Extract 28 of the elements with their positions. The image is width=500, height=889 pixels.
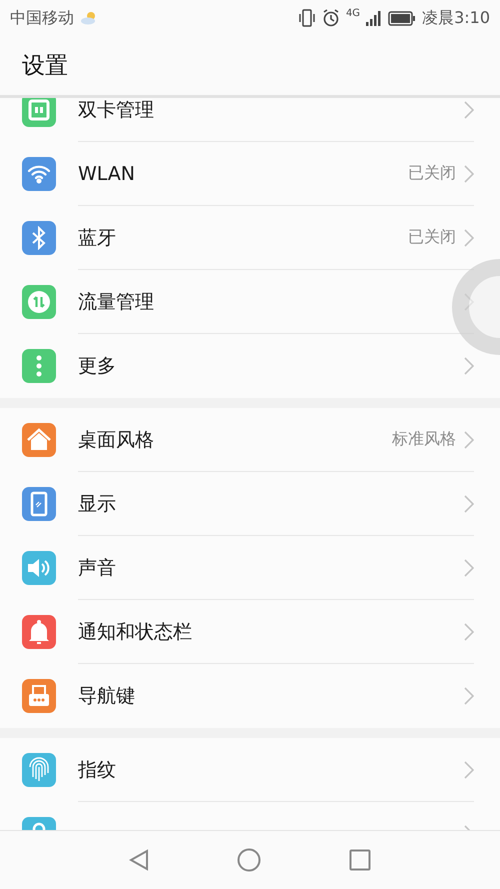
setting-label: WLAN <box>78 162 136 184</box>
setting-label: 双卡管理 <box>78 98 155 122</box>
settings-row[interactable]: 显示 <box>0 472 500 536</box>
setting-value: 已关闭 <box>408 227 456 248</box>
page-title: 设置 <box>22 52 68 81</box>
setting-label: 桌面风格 <box>78 428 155 452</box>
settings-row[interactable]: 双卡管理 <box>0 98 500 142</box>
settings-row[interactable]: 导航键 <box>0 664 500 728</box>
settings-row[interactable]: 蓝牙 已关闭 <box>0 206 500 270</box>
setting-value: 标准风格 <box>392 429 456 450</box>
setting-label: 蓝牙 <box>78 226 117 250</box>
setting-label: 指纹 <box>78 758 117 782</box>
setting-label: 显示 <box>78 492 117 516</box>
settings-row[interactable]: 更多 <box>0 334 500 398</box>
settings-row[interactable]: 桌面风格 标准风格 <box>0 408 500 472</box>
settings-row[interactable]: WLAN 已关闭 <box>0 142 500 206</box>
clock-time: 凌晨3:10 <box>422 8 490 28</box>
setting-label: 通知和状态栏 <box>78 620 193 644</box>
network-type: 4G <box>346 8 360 19</box>
settings-row[interactable]: 指纹 <box>0 738 500 802</box>
setting-label: 流量管理 <box>78 290 155 314</box>
setting-label: 声音 <box>78 556 117 580</box>
carrier-name: 中国移动 <box>10 8 74 28</box>
settings-row[interactable]: 通知和状态栏 <box>0 600 500 664</box>
setting-label: 更多 <box>78 354 117 379</box>
setting-label: 导航键 <box>78 684 136 709</box>
settings-row[interactable]: 声音 <box>0 536 500 600</box>
setting-value: 已关闭 <box>408 163 456 184</box>
